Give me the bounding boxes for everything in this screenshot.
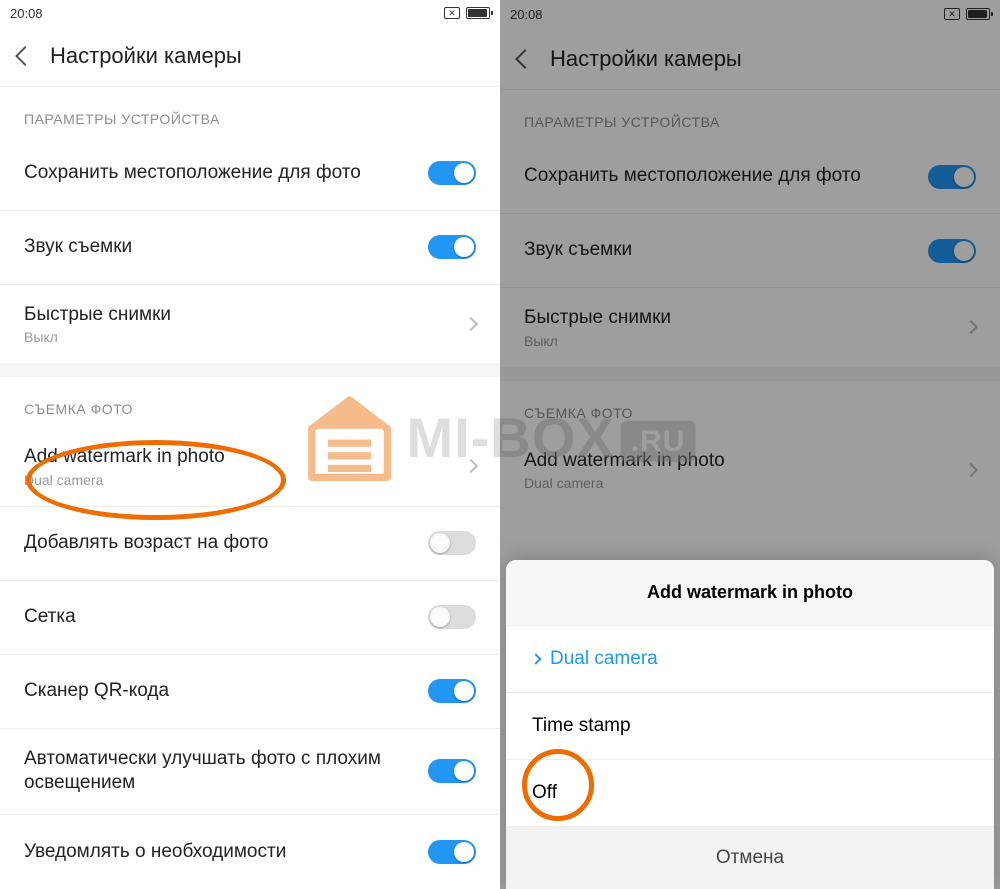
toggle-save-location[interactable] bbox=[428, 161, 476, 185]
label-quick-shots: Быстрые снимки bbox=[24, 303, 454, 328]
close-icon: ✕ bbox=[944, 8, 960, 20]
chevron-right-icon bbox=[964, 320, 978, 334]
toggle-qr-scanner[interactable] bbox=[428, 679, 476, 703]
label-shutter-sound: Звук съемки bbox=[24, 235, 416, 260]
sheet-title: Add watermark in photo bbox=[506, 560, 994, 626]
label-save-location: Сохранить местоположение для фото bbox=[24, 161, 416, 186]
section-device-params: ПАРАМЕТРЫ УСТРОЙСТВА bbox=[0, 87, 500, 137]
back-icon[interactable] bbox=[515, 49, 535, 69]
sub-watermark: Dual camera bbox=[24, 472, 454, 488]
toggle-shutter-sound[interactable] bbox=[928, 239, 976, 263]
close-icon: ✕ bbox=[444, 7, 460, 19]
toggle-auto-enhance[interactable] bbox=[428, 759, 476, 783]
sheet-option-time-stamp[interactable]: Time stamp bbox=[506, 693, 994, 760]
sub-quick-shots: Выкл bbox=[24, 329, 454, 345]
status-bar: 20:08 ✕ bbox=[500, 0, 1000, 28]
status-time: 20:08 bbox=[10, 6, 43, 21]
toggle-grid[interactable] bbox=[428, 605, 476, 629]
row-auto-enhance[interactable]: Автоматически улучшать фото с плохим осв… bbox=[0, 729, 500, 815]
bottom-sheet-watermark: Add watermark in photo Dual camera Time … bbox=[506, 560, 994, 889]
label-grid: Сетка bbox=[24, 605, 416, 630]
sheet-cancel-button[interactable]: Отмена bbox=[506, 827, 994, 889]
section-shoot-photo: СЪЕМКА ФОТО bbox=[0, 377, 500, 427]
row-qr-scanner[interactable]: Сканер QR-кода bbox=[0, 655, 500, 729]
app-header: Настройки камеры bbox=[0, 27, 500, 87]
chevron-right-icon bbox=[964, 463, 978, 477]
status-bar: 20:08 ✕ bbox=[0, 0, 500, 27]
back-icon[interactable] bbox=[15, 46, 35, 66]
row-grid[interactable]: Сетка bbox=[0, 581, 500, 655]
page-title: Настройки камеры bbox=[50, 43, 242, 69]
row-quick-shots[interactable]: Быстрые снимки Выкл bbox=[0, 285, 500, 364]
row-save-location[interactable]: Сохранить местоположение для фото bbox=[0, 137, 500, 211]
toggle-shutter-sound[interactable] bbox=[428, 235, 476, 259]
battery-icon bbox=[466, 7, 490, 19]
toggle-save-location[interactable] bbox=[928, 165, 976, 189]
row-shutter-sound[interactable]: Звук съемки bbox=[500, 214, 1000, 288]
row-save-location[interactable]: Сохранить местоположение для фото bbox=[500, 140, 1000, 214]
app-header: Настройки камеры bbox=[500, 28, 1000, 90]
check-chevron-icon bbox=[530, 653, 541, 664]
toggle-age-on-photo[interactable] bbox=[428, 531, 476, 555]
row-notify-need[interactable]: Уведомлять о необходимости bbox=[0, 815, 500, 889]
chevron-right-icon bbox=[464, 317, 478, 331]
toggle-notify-need[interactable] bbox=[428, 840, 476, 864]
row-watermark[interactable]: Add watermark in photo Dual camera bbox=[0, 427, 500, 507]
row-watermark[interactable]: Add watermark in photo Dual camera bbox=[500, 431, 1000, 510]
label-age-on-photo: Добавлять возраст на фото bbox=[24, 531, 416, 556]
row-quick-shots[interactable]: Быстрые снимки Выкл bbox=[500, 288, 1000, 367]
page-title: Настройки камеры bbox=[550, 46, 742, 72]
label-notify-need: Уведомлять о необходимости bbox=[24, 840, 416, 865]
section-device-params: ПАРАМЕТРЫ УСТРОЙСТВА bbox=[500, 90, 1000, 140]
screenshot-left: 20:08 ✕ Настройки камеры ПАРАМЕТРЫ УСТРО… bbox=[0, 0, 500, 889]
screenshot-right: 20:08 ✕ Настройки камеры ПАРАМЕТРЫ УСТРО… bbox=[500, 0, 1000, 889]
sheet-option-off[interactable]: Off bbox=[506, 760, 994, 827]
label-watermark: Add watermark in photo bbox=[24, 445, 454, 470]
label-qr-scanner: Сканер QR-кода bbox=[24, 679, 416, 704]
row-shutter-sound[interactable]: Звук съемки bbox=[0, 211, 500, 285]
status-time: 20:08 bbox=[510, 7, 543, 22]
label-auto-enhance: Автоматически улучшать фото с плохим осв… bbox=[24, 747, 416, 796]
battery-icon bbox=[966, 8, 990, 20]
sheet-option-dual-camera[interactable]: Dual camera bbox=[506, 626, 994, 693]
section-shoot-photo: СЪЕМКА ФОТО bbox=[500, 381, 1000, 431]
chevron-right-icon bbox=[464, 459, 478, 473]
row-age-on-photo[interactable]: Добавлять возраст на фото bbox=[0, 507, 500, 581]
